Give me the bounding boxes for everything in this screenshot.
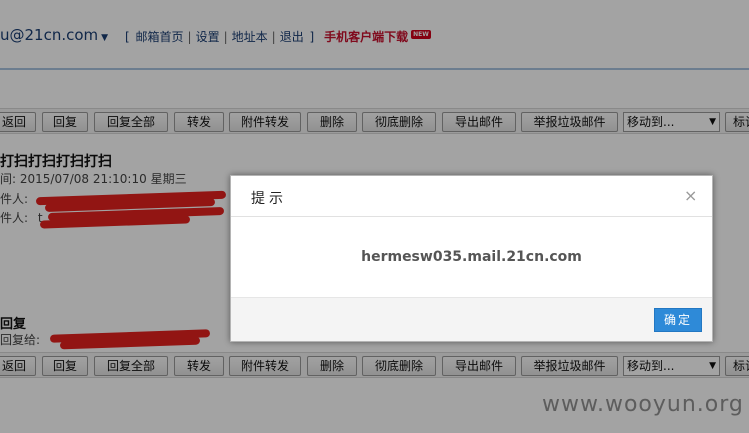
watermark: www.wooyun.org bbox=[542, 392, 744, 417]
dialog-message: hermesw035.mail.21cn.com bbox=[361, 249, 582, 265]
alert-dialog: 提示 × hermesw035.mail.21cn.com 确定 bbox=[230, 175, 713, 342]
dialog-body: hermesw035.mail.21cn.com bbox=[231, 218, 712, 297]
confirm-button[interactable]: 确定 bbox=[654, 308, 702, 332]
close-icon[interactable]: × bbox=[684, 186, 697, 205]
dialog-header: 提示 × bbox=[231, 176, 712, 217]
dialog-title: 提示 bbox=[251, 191, 287, 207]
dialog-footer: 确定 bbox=[231, 297, 712, 341]
